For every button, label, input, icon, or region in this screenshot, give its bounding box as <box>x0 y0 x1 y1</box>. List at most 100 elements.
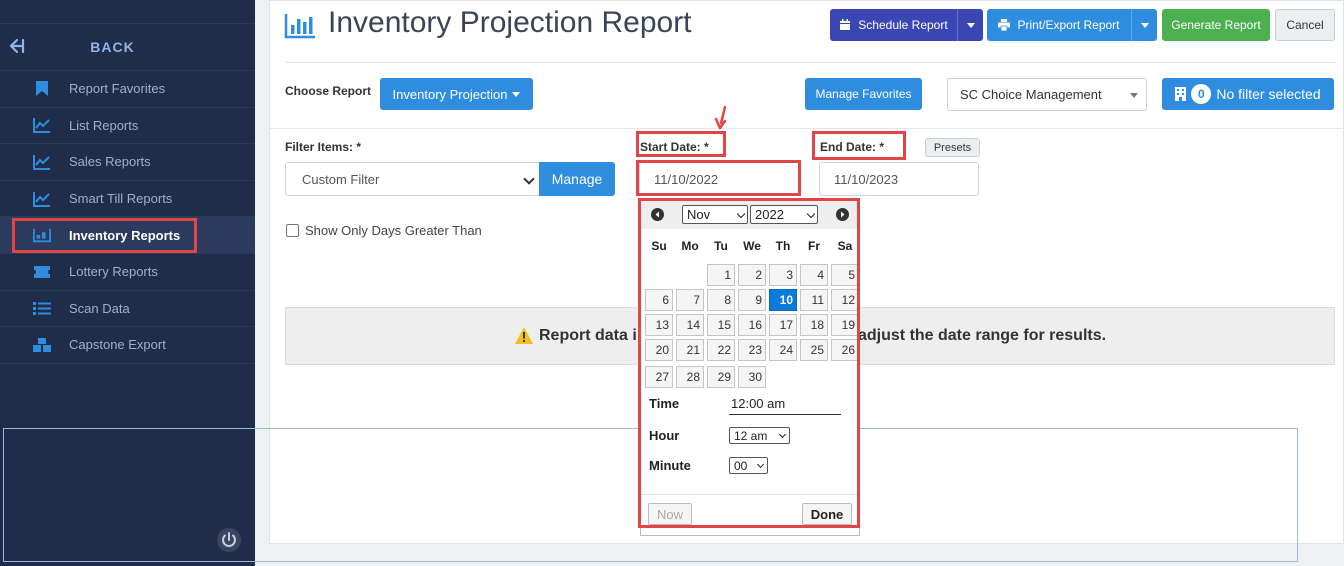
calendar-day[interactable]: 13 <box>645 314 673 336</box>
start-date-input[interactable]: 11/10/2022 <box>639 162 799 196</box>
sidebar-item-inventory-reports[interactable]: Inventory Reports <box>0 217 255 254</box>
calendar-day[interactable]: 27 <box>645 366 673 388</box>
calendar-day[interactable]: 12 <box>831 289 859 311</box>
annotation-arrow-icon <box>714 106 727 130</box>
section-divider <box>270 128 1343 129</box>
chevron-down-icon <box>806 209 816 219</box>
sidebar-item-lottery-reports[interactable]: Lottery Reports <box>0 254 255 291</box>
calendar-day[interactable]: 23 <box>738 339 766 361</box>
calendar-day[interactable]: 6 <box>645 289 673 311</box>
back-button[interactable]: BACK <box>0 24 255 71</box>
end-date-label: End Date: * <box>820 140 885 154</box>
manage-filter-button[interactable]: Manage <box>539 162 615 196</box>
print-export-button[interactable]: Print/Export Report <box>987 9 1157 41</box>
calendar-day[interactable]: 16 <box>738 314 766 336</box>
sidebar-item-scan-data[interactable]: Scan Data <box>0 291 255 328</box>
calendar-day[interactable]: 26 <box>831 339 859 361</box>
weekday-header: Mo <box>681 239 699 253</box>
calendar-day[interactable]: 10 <box>769 289 797 311</box>
sidebar-item-report-favorites[interactable]: Report Favorites <box>0 71 255 108</box>
hour-select[interactable]: 12 am <box>729 427 790 444</box>
calendar-day[interactable]: 22 <box>707 339 735 361</box>
caret-down-icon <box>966 22 975 28</box>
calendar-day[interactable]: 19 <box>831 314 859 336</box>
alert-text-left: Report data i <box>539 327 637 344</box>
calendar-day[interactable]: 25 <box>800 339 828 361</box>
calendar-day[interactable]: 4 <box>800 264 828 286</box>
datepicker-footer-divider <box>641 494 857 495</box>
filter-items-label: Filter Items: * <box>285 140 362 154</box>
power-icon[interactable] <box>216 527 242 553</box>
sidebar-item-sales-reports[interactable]: Sales Reports <box>0 144 255 181</box>
calendar-day[interactable]: 11 <box>800 289 828 311</box>
cancel-button[interactable]: Cancel <box>1275 9 1335 41</box>
sidebar-item-smart-till-reports[interactable]: Smart Till Reports <box>0 181 255 218</box>
warning-icon <box>515 327 533 344</box>
now-button[interactable]: Now <box>648 503 692 525</box>
done-button[interactable]: Done <box>802 503 852 525</box>
schedule-report-label: Schedule Report <box>858 18 948 32</box>
calendar-day[interactable]: 3 <box>769 264 797 286</box>
calendar-day[interactable]: 17 <box>769 314 797 336</box>
line-chart-icon <box>33 190 51 208</box>
calendar-day[interactable]: 15 <box>707 314 735 336</box>
calendar-day[interactable]: 7 <box>676 289 704 311</box>
calendar-day[interactable]: 1 <box>707 264 735 286</box>
bookmark-icon <box>33 80 51 98</box>
chevron-down-icon <box>736 209 746 219</box>
sidebar-item-capstone-export[interactable]: Capstone Export <box>0 327 255 364</box>
datepicker-header <box>641 201 857 229</box>
print-dropdown-toggle[interactable] <box>1131 9 1157 41</box>
calendar-day[interactable]: 21 <box>676 339 704 361</box>
weekday-header: Fr <box>808 239 820 253</box>
calendar-day[interactable]: 30 <box>738 366 766 388</box>
print-export-label: Print/Export Report <box>1017 18 1120 32</box>
show-only-days-label: Show Only Days Greater Than <box>305 223 482 238</box>
choose-report-dropdown[interactable]: Inventory Projection <box>380 78 533 110</box>
calendar-day[interactable]: 20 <box>645 339 673 361</box>
back-arrow-icon <box>9 38 25 54</box>
prev-month-icon[interactable] <box>651 208 664 221</box>
store-select[interactable]: SC Choice Management <box>947 78 1147 111</box>
minute-label: Minute <box>649 458 691 473</box>
header-divider <box>285 62 1335 63</box>
weekday-header: We <box>743 239 761 253</box>
calendar-day[interactable]: 5 <box>831 264 859 286</box>
sidebar-item-label: Sales Reports <box>69 154 151 170</box>
calendar-day[interactable]: 14 <box>676 314 704 336</box>
store-filter-button[interactable]: 0 No filter selected <box>1162 78 1334 110</box>
schedule-report-button[interactable]: Schedule Report <box>830 9 983 41</box>
boxes-icon <box>33 336 51 354</box>
sidebar-item-label: Report Favorites <box>69 81 166 97</box>
calendar-day[interactable]: 28 <box>676 366 704 388</box>
calendar-day[interactable]: 9 <box>738 289 766 311</box>
schedule-dropdown-toggle[interactable] <box>957 9 983 41</box>
calendar-day[interactable]: 24 <box>769 339 797 361</box>
time-value: 12:00 am <box>729 396 841 415</box>
generate-report-button[interactable]: Generate Report <box>1162 9 1270 41</box>
month-select[interactable]: Nov <box>682 205 748 224</box>
minute-value: 00 <box>734 458 748 473</box>
line-chart-icon <box>33 153 51 171</box>
caret-down-icon <box>512 91 521 97</box>
calendar-day[interactable]: 8 <box>707 289 735 311</box>
sidebar-item-label: List Reports <box>69 117 139 133</box>
end-date-input[interactable]: 11/10/2023 <box>819 162 979 196</box>
show-only-days-checkbox[interactable] <box>286 224 299 237</box>
filter-count-badge: 0 <box>1191 84 1212 104</box>
filter-items-select[interactable]: Custom Filter <box>285 162 539 196</box>
sidebar-item-list-reports[interactable]: List Reports <box>0 108 255 145</box>
calendar-day[interactable]: 29 <box>707 366 735 388</box>
year-select[interactable]: 2022 <box>750 205 818 224</box>
sidebar-item-label: Capstone Export <box>69 337 166 353</box>
next-month-icon[interactable] <box>836 208 849 221</box>
caret-down-icon <box>1140 22 1149 28</box>
calendar-day[interactable]: 18 <box>800 314 828 336</box>
minute-select[interactable]: 00 <box>729 457 768 474</box>
calendar-day[interactable]: 2 <box>738 264 766 286</box>
presets-button[interactable]: Presets <box>925 138 980 157</box>
weekday-header: Sa <box>837 239 853 253</box>
page-title: Inventory Projection Report <box>328 6 692 39</box>
manage-favorites-button[interactable]: Manage Favorites <box>805 78 922 110</box>
weekday-header: Tu <box>714 239 728 253</box>
